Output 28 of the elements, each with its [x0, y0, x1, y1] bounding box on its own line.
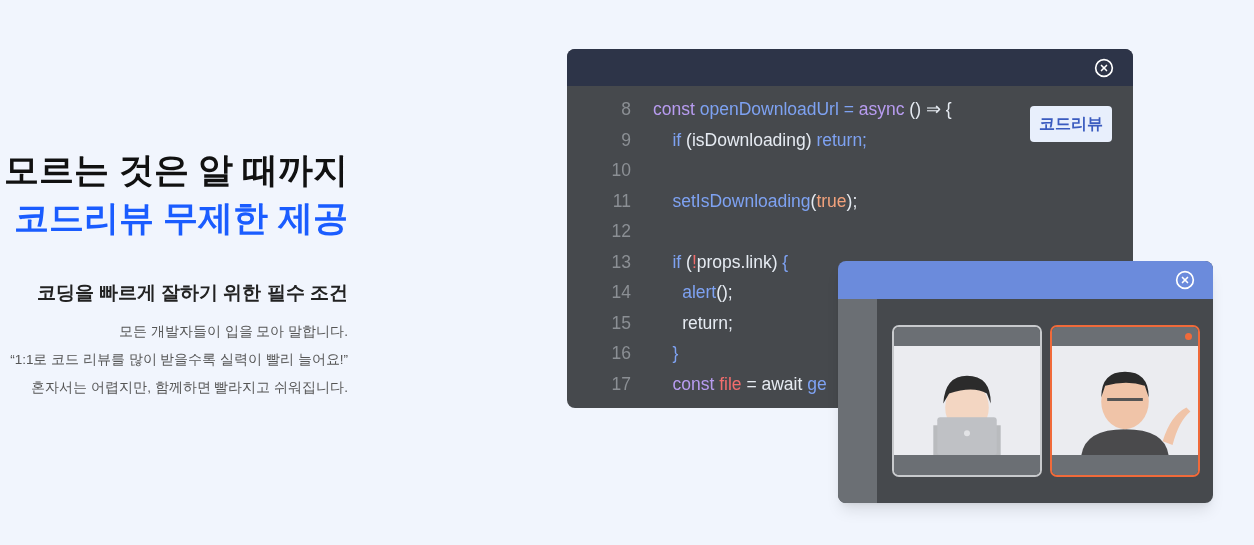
line-number: 11 [611, 189, 631, 213]
line-number: 15 [610, 311, 631, 335]
description-line: 모든 개발자들이 입을 모아 말합니다. [119, 322, 348, 341]
subtitle: 코딩을 빠르게 잘하기 위한 필수 조건 [36, 281, 348, 305]
close-icon[interactable] [1094, 57, 1114, 78]
code-line: const openDownloadUrl = async () ⇒ { [653, 98, 952, 122]
line-number: 9 [620, 128, 631, 152]
code-line: alert(); [681, 281, 733, 305]
description-line: “1:1로 코드 리뷰를 많이 받을수록 실력이 빨리 늘어요!” [10, 350, 348, 369]
code-line: setIsDownloading(true); [671, 189, 858, 213]
line-number: 17 [610, 372, 631, 396]
video-tile[interactable] [892, 325, 1042, 477]
video-tile[interactable] [1050, 325, 1200, 477]
line-number: 14 [610, 281, 631, 305]
headline-highlight: 코드리뷰 무제한 제공 [13, 197, 348, 239]
line-number: 12 [610, 220, 631, 244]
description-line: 혼자서는 어렵지만, 함께하면 빨라지고 쉬워집니다. [31, 378, 348, 397]
code-line: if (!props.link) { [671, 250, 789, 274]
code-line: } [671, 342, 679, 366]
code-line: if (isDownloading) return; [671, 128, 867, 152]
line-number: 16 [610, 342, 631, 366]
line-number: 13 [610, 250, 631, 274]
line-number: 10 [610, 159, 631, 183]
headline: 모르는 것은 알 때까지 [3, 149, 348, 191]
code-line: return; [681, 311, 733, 335]
code-review-badge: 코드리뷰 [1030, 106, 1112, 142]
line-number: 8 [620, 98, 631, 122]
code-line: const file = await ge [671, 372, 827, 396]
